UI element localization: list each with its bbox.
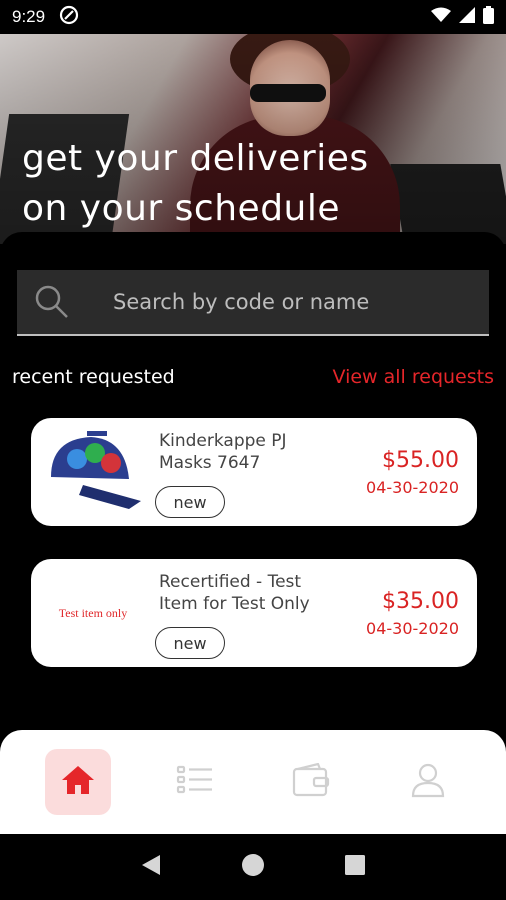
- signal-icon: [459, 6, 475, 28]
- home-icon: [60, 764, 96, 800]
- system-nav-bar: [0, 834, 506, 900]
- thumbnail-text: Test item only: [58, 605, 128, 620]
- nav-profile[interactable]: [395, 749, 461, 815]
- bottom-nav: [0, 730, 506, 834]
- user-icon: [410, 762, 446, 802]
- back-icon[interactable]: [140, 853, 162, 881]
- view-all-requests-link[interactable]: View all requests: [333, 366, 495, 388]
- wifi-icon: [431, 7, 451, 28]
- status-bar: 9:29: [0, 0, 506, 34]
- battery-icon: [483, 5, 494, 29]
- home-circle-icon[interactable]: [241, 853, 265, 881]
- product-name: Kinderkappe PJ Masks 7647: [159, 431, 287, 473]
- request-date: 04-30-2020: [366, 478, 459, 497]
- nav-requests[interactable]: [162, 749, 228, 815]
- section-title: recent requested: [12, 366, 175, 388]
- product-name: Recertified - Test Item for Test Only: [159, 572, 310, 614]
- at-sign-icon: [59, 5, 79, 30]
- search-placeholder: Search by code or name: [113, 290, 370, 314]
- wallet-icon: [292, 762, 330, 801]
- product-thumbnail: Test item only: [37, 567, 149, 659]
- list-icon: [176, 764, 214, 800]
- product-price: $35.00: [382, 589, 459, 614]
- request-date: 04-30-2020: [366, 619, 459, 638]
- product-thumbnail: [37, 426, 149, 518]
- status-time: 9:29: [12, 7, 46, 26]
- hero-title: get your deliveries on your schedule: [22, 138, 369, 229]
- search-input[interactable]: Search by code or name: [17, 270, 489, 336]
- request-card[interactable]: Kinderkappe PJ Masks 7647 new $55.00 04-…: [31, 418, 477, 526]
- request-card[interactable]: Test item only Recertified - Test Item f…: [31, 559, 477, 667]
- nav-wallet[interactable]: [278, 749, 344, 815]
- product-price: $55.00: [382, 448, 459, 473]
- search-icon: [17, 284, 87, 320]
- status-badge: new: [155, 486, 225, 518]
- status-badge: new: [155, 627, 225, 659]
- nav-home[interactable]: [45, 749, 112, 815]
- recents-icon[interactable]: [344, 854, 366, 880]
